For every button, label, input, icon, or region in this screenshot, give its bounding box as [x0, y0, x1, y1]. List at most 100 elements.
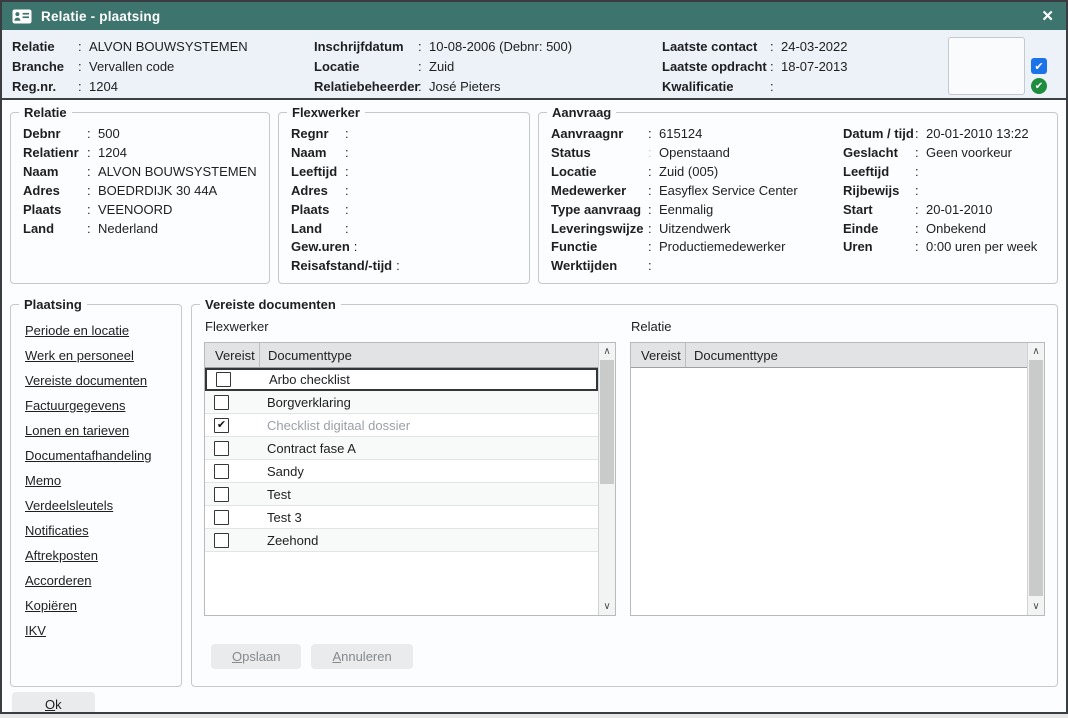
- sidebar-link[interactable]: Documentafhandeling: [25, 448, 151, 463]
- vereist-checkbox[interactable]: [214, 464, 229, 479]
- vereist-checkbox[interactable]: [216, 372, 231, 387]
- scrollbar[interactable]: ∧ ∨: [1027, 343, 1044, 615]
- scrollbar-thumb[interactable]: [600, 360, 614, 484]
- sidebar-link[interactable]: Verdeelsleutels: [25, 498, 113, 513]
- field-label: Einde: [843, 220, 915, 239]
- vereist-checkbox[interactable]: [214, 441, 229, 456]
- scroll-up-icon[interactable]: ∧: [599, 343, 615, 360]
- colon: :: [915, 163, 926, 182]
- colon: :: [648, 163, 659, 182]
- colon: :: [915, 144, 926, 163]
- sidebar-item-periode-en-locatie[interactable]: Periode en locatie: [25, 323, 171, 338]
- cancel-button[interactable]: Annuleren: [311, 644, 412, 669]
- sidebar-item-vereiste-documenten[interactable]: Vereiste documenten: [25, 373, 171, 388]
- table-header: Vereist Documenttype: [631, 343, 1027, 368]
- scrollbar-track[interactable]: [599, 360, 615, 598]
- table-row[interactable]: ✔Checklist digitaal dossier: [205, 414, 598, 437]
- sidebar-link[interactable]: Werk en personeel: [25, 348, 134, 363]
- sidebar-item-aftrekposten[interactable]: Aftrekposten: [25, 548, 171, 563]
- field-label: Naam: [291, 144, 345, 163]
- sidebar-item-documentafhandeling[interactable]: Documentafhandeling: [25, 448, 171, 463]
- sidebar-item-notificaties[interactable]: Notificaties: [25, 523, 171, 538]
- colon: :: [915, 125, 926, 144]
- sidebar-link[interactable]: IKV: [25, 623, 46, 638]
- field-label: Relatienr: [23, 144, 87, 163]
- sidebar-item-kopieren[interactable]: Kopiëren: [25, 598, 171, 613]
- field-value: 24-03-2022: [781, 37, 848, 57]
- table-row[interactable]: Test 3: [205, 506, 598, 529]
- header-row: Relatiebeheerder:José Pieters: [314, 77, 662, 97]
- sidebar-link[interactable]: Kopiëren: [25, 598, 77, 613]
- vereist-checkbox[interactable]: [214, 510, 229, 525]
- field-value: BOEDRDIJK 30 44A: [98, 182, 217, 201]
- sidebar-item-verdeelsleutels[interactable]: Verdeelsleutels: [25, 498, 171, 513]
- flexwerker-panel: Flexwerker Regnr: Naam: Leeftijd: Adres:…: [278, 112, 530, 284]
- table-row[interactable]: Sandy: [205, 460, 598, 483]
- ok-button[interactable]: Ok: [12, 692, 95, 714]
- scroll-up-icon[interactable]: ∧: [1028, 343, 1044, 360]
- table-row[interactable]: Test: [205, 483, 598, 506]
- table-row[interactable]: Borgverklaring: [205, 391, 598, 414]
- scroll-down-icon[interactable]: ∨: [1028, 598, 1044, 615]
- vereist-checkbox[interactable]: [214, 395, 229, 410]
- colon: :: [87, 163, 98, 182]
- sidebar-link[interactable]: Memo: [25, 473, 61, 488]
- sidebar-link[interactable]: Notificaties: [25, 523, 89, 538]
- colon: :: [915, 220, 926, 239]
- sidebar-link[interactable]: Vereiste documenten: [25, 373, 147, 388]
- field-label: Leeftijd: [843, 163, 915, 182]
- save-button[interactable]: Opslaan: [211, 644, 301, 669]
- field-value: Openstaand: [659, 144, 730, 163]
- table-row[interactable]: Arbo checklist: [205, 368, 598, 391]
- sidebar-link[interactable]: Accorderen: [25, 573, 91, 588]
- sidebar-link[interactable]: Periode en locatie: [25, 323, 129, 338]
- field-label: Type aanvraag: [551, 201, 648, 220]
- vereist-checkbox[interactable]: ✔: [214, 418, 229, 433]
- field-label: Laatste contact: [662, 37, 770, 57]
- vereist-checkbox[interactable]: [214, 487, 229, 502]
- vereist-checkbox[interactable]: [214, 533, 229, 548]
- field-value: Zuid (005): [659, 163, 718, 182]
- close-icon[interactable]: ✕: [1041, 9, 1054, 24]
- scrollbar[interactable]: ∧ ∨: [598, 343, 615, 615]
- sidebar-item-werk-en-personeel[interactable]: Werk en personeel: [25, 348, 171, 363]
- header-row: Relatie:ALVON BOUWSYSTEMEN: [12, 37, 314, 57]
- header-row: Kwalificatie:: [662, 77, 948, 97]
- field-label: Reisafstand/-tijd: [291, 257, 396, 276]
- header-column-contact: Laatste contact:24-03-2022 Laatste opdra…: [662, 37, 948, 98]
- documenttype-cell: Test 3: [259, 510, 598, 525]
- colon: :: [345, 125, 356, 144]
- info-row: Leeftijd:: [843, 163, 1047, 182]
- documenttype-cell: Test: [259, 487, 598, 502]
- vereiste-documenten-panel: Vereiste documenten Flexwerker Vereist D…: [191, 304, 1058, 687]
- table-row[interactable]: Contract fase A: [205, 437, 598, 460]
- flexwerker-table-caption: Flexwerker: [205, 319, 616, 334]
- sidebar-link[interactable]: Lonen en tarieven: [25, 423, 129, 438]
- sidebar-item-ikv[interactable]: IKV: [25, 623, 171, 638]
- sidebar-link[interactable]: Aftrekposten: [25, 548, 98, 563]
- colon: :: [78, 77, 89, 97]
- field-label: Start: [843, 201, 915, 220]
- field-value: ALVON BOUWSYSTEMEN: [98, 163, 257, 182]
- panel-legend: Vereiste documenten: [200, 296, 341, 313]
- table-row[interactable]: Zeehond: [205, 529, 598, 552]
- colon: :: [345, 220, 356, 239]
- colon: :: [648, 144, 659, 163]
- scrollbar-track[interactable]: [1028, 360, 1044, 598]
- sidebar-link[interactable]: Factuurgegevens: [25, 398, 125, 413]
- scrollbar-thumb[interactable]: [1029, 360, 1043, 596]
- sidebar-item-memo[interactable]: Memo: [25, 473, 171, 488]
- sidebar-item-accorderen[interactable]: Accorderen: [25, 573, 171, 588]
- field-label: Adres: [23, 182, 87, 201]
- sidebar-item-lonen-en-tarieven[interactable]: Lonen en tarieven: [25, 423, 171, 438]
- table-header: Vereist Documenttype: [205, 343, 598, 368]
- field-label: Relatiebeheerder: [314, 77, 418, 97]
- colon: :: [770, 77, 781, 97]
- field-label: Functie: [551, 238, 648, 257]
- sidebar-item-factuurgegevens[interactable]: Factuurgegevens: [25, 398, 171, 413]
- info-row: Land:: [291, 220, 519, 239]
- scroll-down-icon[interactable]: ∨: [599, 598, 615, 615]
- info-row: Aanvraagnr:615124: [551, 125, 843, 144]
- blue-checkbox-icon[interactable]: ✔: [1031, 58, 1047, 74]
- info-row: Land:Nederland: [23, 220, 259, 239]
